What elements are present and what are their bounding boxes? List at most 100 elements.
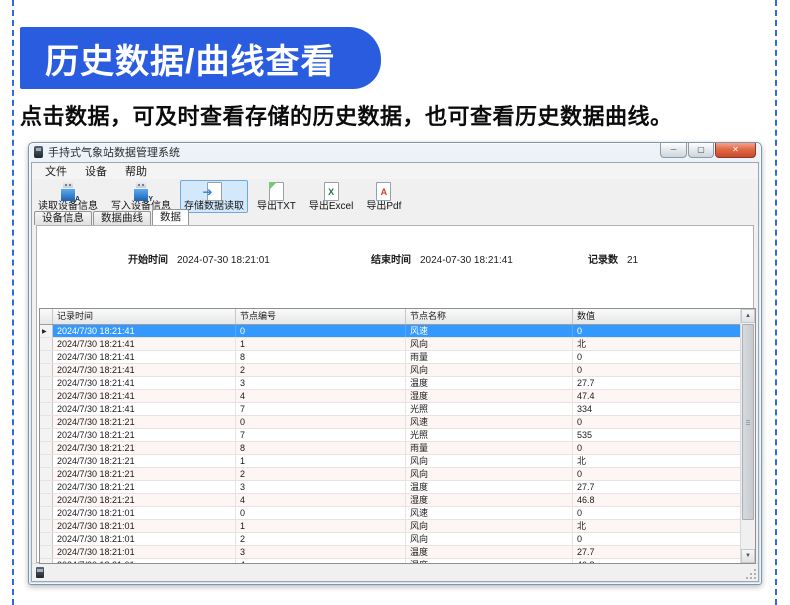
table-row[interactable]: 2024/7/30 18:21:412风向0 [40,364,755,377]
table-cell: 2024/7/30 18:21:41 [53,351,236,363]
minimize-button[interactable]: ─ [660,143,687,158]
row-header-cell [40,481,53,493]
table-row[interactable]: 2024/7/30 18:21:218雨量0 [40,442,755,455]
table-row[interactable]: 2024/7/30 18:21:012风向0 [40,533,755,546]
table-cell: 风向 [406,520,573,532]
row-header-cell [40,507,53,519]
maximize-button[interactable]: ▢ [688,143,714,158]
row-header-cell [40,416,53,428]
row-header-cell [40,390,53,402]
table-cell: 0 [573,468,741,480]
toolbar-button[interactable]: 导出Pdf [362,180,405,213]
txt-icon [269,182,284,201]
excel-icon [324,182,339,201]
table-row[interactable]: 2024/7/30 18:21:411风向北 [40,338,755,351]
table-cell: 温度 [406,546,573,558]
table-cell: 光照 [406,429,573,441]
row-header-cell [40,546,53,558]
table-cell: 2024/7/30 18:21:41 [53,338,236,350]
app-window: 手持式气象站数据管理系统 ─ ▢ ✕ 文件设备帮助 读取设备信息写入设备信息存储… [28,142,762,585]
resize-grip-icon[interactable] [746,569,756,579]
record-count-field: 记录数21 [588,251,638,266]
scrollbar-up-icon[interactable]: ▲ [741,309,755,323]
table-cell: 风向 [406,455,573,467]
table-cell: 2024/7/30 18:21:41 [53,377,236,389]
row-header-cell [40,455,53,467]
row-header-cell [40,559,53,564]
table-cell: 风速 [406,507,573,519]
table-row[interactable]: 2024/7/30 18:21:013温度27.7 [40,546,755,559]
row-header-cell [40,364,53,376]
toolbar: 读取设备信息写入设备信息存储数据读取导出TXT导出Excel导出Pdf [32,179,758,209]
close-button[interactable]: ✕ [715,143,756,158]
start-time-value: 2024-07-30 18:21:01 [177,255,270,266]
row-header-cell [40,494,53,506]
row-header-cell [40,468,53,480]
table-cell: 0 [573,364,741,376]
window-title: 手持式气象站数据管理系统 [48,144,655,160]
table-cell: 46.8 [573,494,741,506]
table-row[interactable]: 2024/7/30 18:21:418雨量0 [40,351,755,364]
table-cell: 1 [236,520,406,532]
table-cell: 7 [236,403,406,415]
vertical-scrollbar[interactable]: ▲ ▼ [740,309,755,563]
table-row[interactable]: 2024/7/30 18:21:410风速0 [40,325,755,338]
table-cell: 0 [573,442,741,454]
table-cell: 风速 [406,416,573,428]
column-header[interactable]: 节点名称 [406,309,573,324]
table-row[interactable]: 2024/7/30 18:21:414湿度47.4 [40,390,755,403]
table-corner-cell [40,309,53,324]
table-row[interactable]: 2024/7/30 18:21:011风向北 [40,520,755,533]
toolbar-button[interactable]: 存储数据读取 [180,180,248,213]
table-cell: 2 [236,468,406,480]
table-cell: 风速 [406,325,573,337]
table-cell: 0 [236,416,406,428]
scrollbar-thumb[interactable] [742,324,754,520]
table-row[interactable]: 2024/7/30 18:21:217光照535 [40,429,755,442]
table-cell: 0 [573,533,741,545]
toolbar-button-label: 导出Pdf [366,201,401,212]
data-tab-panel: 开始时间2024-07-30 18:21:01 结束时间2024-07-30 1… [36,225,754,563]
toolbar-button[interactable]: 读取设备信息 [34,180,102,213]
table-cell: 2024/7/30 18:21:21 [53,416,236,428]
table-row[interactable]: 2024/7/30 18:21:213温度27.7 [40,481,755,494]
menu-item[interactable]: 设备 [76,162,116,180]
table-row[interactable]: 2024/7/30 18:21:210风速0 [40,416,755,429]
window-controls: ─ ▢ ✕ [660,143,756,158]
menu-item[interactable]: 帮助 [116,162,156,180]
title-bar[interactable]: 手持式气象站数据管理系统 ─ ▢ ✕ [29,143,761,161]
column-header[interactable]: 节点编号 [236,309,406,324]
toolbar-button[interactable]: 导出TXT [253,180,300,213]
table-row[interactable]: 2024/7/30 18:21:010风速0 [40,507,755,520]
table-cell: 雨量 [406,351,573,363]
page: 历史数据/曲线查看 点击数据，可及时查看存储的历史数据，也可查看历史数据曲线。 … [0,0,790,605]
scrollbar-down-icon[interactable]: ▼ [741,549,755,563]
table-row[interactable]: 2024/7/30 18:21:417光照334 [40,403,755,416]
table-row[interactable]: 2024/7/30 18:21:214湿度46.8 [40,494,755,507]
selected-row-indicator [40,325,53,337]
table-cell: 2024/7/30 18:21:21 [53,494,236,506]
tab[interactable]: 数据曲线 [93,211,151,225]
table-cell: 湿度 [406,559,573,564]
row-header-cell [40,377,53,389]
table-cell: 27.7 [573,546,741,558]
column-header[interactable]: 数值 [573,309,741,324]
table-cell: 风向 [406,364,573,376]
left-dashed-border [12,0,14,605]
menu-bar: 文件设备帮助 [32,163,758,179]
table-row[interactable]: 2024/7/30 18:21:014湿度46.8 [40,559,755,564]
usb-write-icon [131,182,151,201]
table-cell: 温度 [406,481,573,493]
column-header[interactable]: 记录时间 [53,309,236,324]
tab[interactable]: 数据 [152,209,189,225]
table-cell: 7 [236,429,406,441]
table-cell: 2024/7/30 18:21:41 [53,390,236,402]
menu-item[interactable]: 文件 [36,162,76,180]
table-row[interactable]: 2024/7/30 18:21:413温度27.7 [40,377,755,390]
table-cell: 27.7 [573,377,741,389]
table-row[interactable]: 2024/7/30 18:21:212风向0 [40,468,755,481]
toolbar-button[interactable]: 导出Excel [305,180,357,213]
table-row[interactable]: 2024/7/30 18:21:211风向北 [40,455,755,468]
start-time-field: 开始时间2024-07-30 18:21:01 [128,251,270,266]
tab[interactable]: 设备信息 [34,211,92,225]
